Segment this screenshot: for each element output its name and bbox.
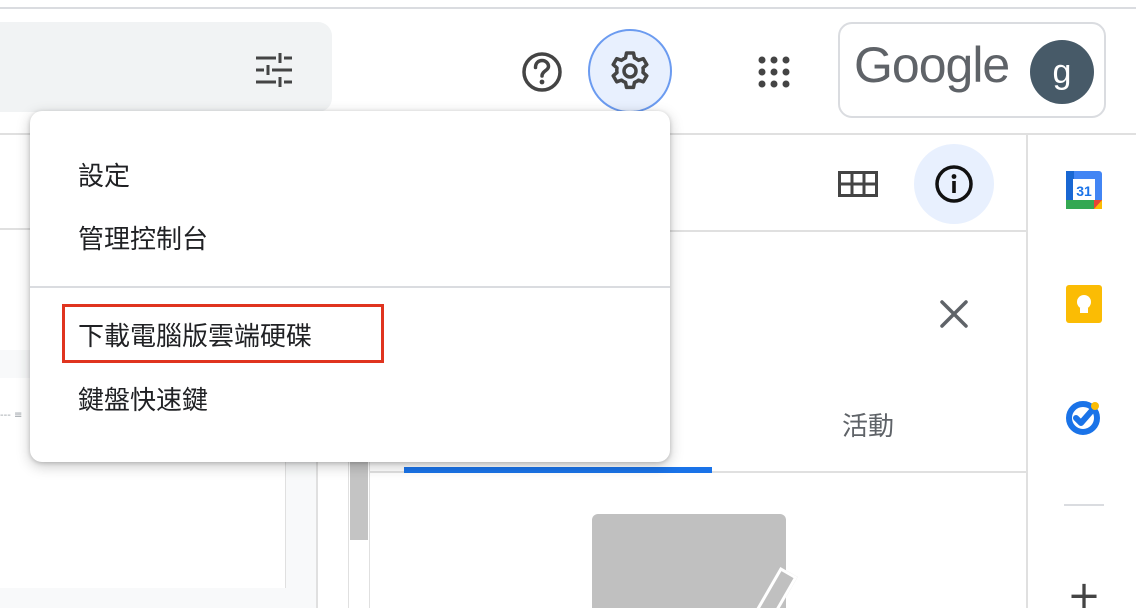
- tab-activity[interactable]: 活動: [820, 406, 916, 443]
- settings-menu: 設定 管理控制台 下載電腦版雲端硬碟 鍵盤快速鍵: [30, 111, 670, 462]
- google-logo: Google: [854, 37, 1010, 93]
- tasks-app-button[interactable]: [1062, 394, 1106, 438]
- tasks-icon: [1066, 401, 1100, 435]
- calendar-app-button[interactable]: 31: [1062, 168, 1106, 212]
- calendar-icon: 31: [1066, 171, 1102, 209]
- active-tab-indicator: [404, 467, 712, 473]
- svg-text:31: 31: [1076, 183, 1092, 199]
- menu-item-settings[interactable]: 設定: [30, 144, 670, 204]
- info-icon: [935, 165, 973, 203]
- search-options-icon[interactable]: [254, 52, 294, 88]
- avatar: g: [1030, 40, 1094, 104]
- google-apps-button[interactable]: [750, 48, 798, 96]
- menu-divider: [30, 286, 670, 288]
- menu-item-admin-console[interactable]: 管理控制台: [30, 207, 670, 267]
- keep-icon: [1066, 285, 1102, 323]
- settings-button[interactable]: [588, 29, 672, 113]
- side-panel-divider: [1026, 135, 1028, 608]
- top-border: [0, 7, 1136, 9]
- drive-app-window: Google g --- ≡ 活動 31 + 設定 管理控制台 下載電腦版雲端硬…: [0, 0, 1136, 608]
- grid-view-button[interactable]: [834, 162, 882, 206]
- keep-app-button[interactable]: [1062, 282, 1106, 326]
- help-circle-icon: [522, 52, 562, 92]
- gear-icon: [611, 51, 649, 90]
- file-preview-thumbnail: [592, 514, 786, 608]
- details-info-button[interactable]: [914, 144, 994, 224]
- add-app-button[interactable]: +: [1062, 573, 1106, 608]
- close-icon: [940, 300, 968, 328]
- apps-grid-icon: [758, 56, 790, 88]
- close-details-button[interactable]: [930, 290, 978, 338]
- highlight-annotation-box: [62, 304, 384, 363]
- account-switcher[interactable]: Google g: [838, 22, 1106, 118]
- help-button[interactable]: [518, 48, 566, 96]
- grid-view-icon: [838, 171, 878, 197]
- menu-item-keyboard-shortcuts[interactable]: 鍵盤快速鍵: [30, 368, 670, 428]
- side-panel-separator: [1064, 504, 1104, 506]
- file-card-text: --- ≡: [0, 410, 23, 421]
